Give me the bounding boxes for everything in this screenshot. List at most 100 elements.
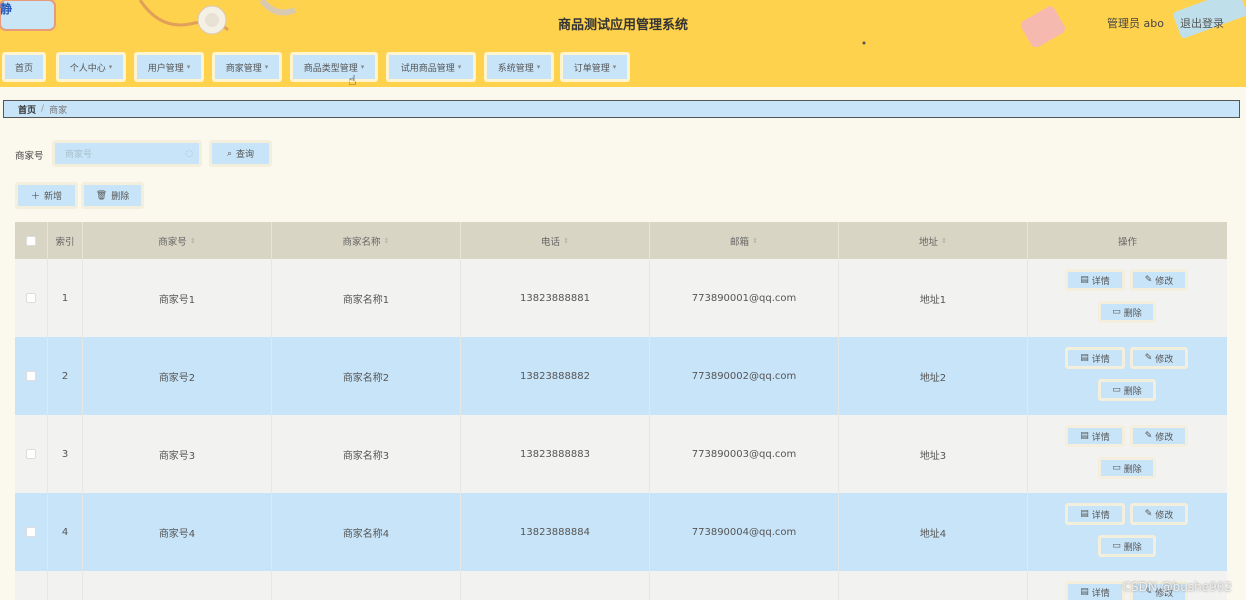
nav-label: 系统管理 (497, 63, 534, 74)
nav-bar: 首页 个人中心 ▾ 用户管理 ▾ 商家管理 ▾ 商品类型管理 ▾ 试用商品管理 ▾ 系统管… (0, 47, 1246, 87)
cell-merchant-name: 商家名称1 (272, 259, 461, 337)
cell-address: 地址1 (839, 259, 1028, 337)
search-button[interactable]: ⌕ 查询 (209, 140, 272, 167)
nav-label: 商品类型管理 (303, 63, 358, 74)
col-address[interactable]: 地址 ⇕ (839, 222, 1028, 259)
col-merchant-id[interactable]: 商家号 ⇕ (83, 222, 272, 259)
cell-address: 地址3 (839, 415, 1028, 493)
sort-icon: ⇕ (752, 236, 758, 245)
doc-icon: ▤ (1080, 587, 1089, 597)
delete-button[interactable]: ▭ 删除 (1098, 379, 1156, 401)
sort-icon: ⇕ (941, 236, 947, 245)
sort-icon: ⇕ (563, 236, 569, 245)
row-checkbox[interactable] (26, 371, 36, 381)
edit-button[interactable]: ✎ 修改 (1130, 347, 1188, 369)
col-email[interactable]: 邮箱 ⇕ (650, 222, 839, 259)
search-input[interactable] (55, 143, 199, 164)
logout-link[interactable]: 退出登录 (1180, 15, 1224, 31)
cell-index: 1 (48, 259, 83, 337)
chevron-down-icon: ▾ (264, 63, 269, 71)
col-merchant-name[interactable]: 商家名称 ⇕ (272, 222, 461, 259)
nav-home[interactable]: 首页 (2, 52, 46, 82)
table-row: 3 商家号3 商家名称3 13823888883 773890003@qq.co… (15, 415, 1227, 493)
row-checkbox[interactable] (26, 293, 36, 303)
nav-label: 首页 (14, 63, 33, 74)
breadcrumb-separator: / (41, 104, 45, 114)
row-checkbox[interactable] (26, 449, 36, 459)
trash-icon: ▭ (1112, 463, 1121, 473)
edit-icon: ✎ (1144, 431, 1153, 441)
cell-email: 773890003@qq.com (650, 415, 839, 493)
nav-trial-product-management[interactable]: 试用商品管理 ▾ (386, 52, 476, 82)
admin-user: 管理员 abo (1107, 17, 1164, 30)
row-checkbox[interactable] (26, 527, 36, 537)
table-row: 1 商家号1 商家名称1 13823888881 773890001@qq.co… (15, 259, 1227, 337)
trash-icon: ▭ (1112, 307, 1121, 317)
doc-icon: ▤ (1080, 509, 1089, 519)
doc-icon: ▤ (1080, 353, 1089, 363)
nav-label: 商家管理 (225, 63, 262, 74)
sort-icon: ⇕ (189, 236, 196, 245)
header: 静 商品测试应用管理系统 管理员 abo 退出登录 (0, 0, 1246, 47)
breadcrumb-home[interactable]: 首页 (18, 103, 36, 116)
cell-address: 地址4 (839, 493, 1028, 571)
detail-button[interactable]: ▤ 详情 (1065, 347, 1125, 369)
nav-label: 个人中心 (69, 63, 106, 74)
chevron-down-icon: ▾ (360, 63, 365, 71)
nav-label: 订单管理 (573, 63, 610, 74)
nav-system-management[interactable]: 系统管理 ▾ (484, 52, 554, 82)
search-label: 商家号 (15, 151, 44, 162)
sort-icon: ⇕ (383, 236, 390, 245)
cell-merchant-id: 商家号1 (83, 259, 272, 337)
select-all-cell (15, 222, 48, 259)
detail-button[interactable]: ▤ 详情 (1065, 503, 1125, 525)
trash-icon: ▭ (1112, 385, 1121, 395)
cell-email: 773890002@qq.com (650, 337, 839, 415)
bulk-delete-button[interactable]: 🗑 删除 (81, 182, 144, 209)
cell-phone: 13823888884 (461, 493, 650, 571)
nav-product-type-management[interactable]: 商品类型管理 ▾ (290, 52, 378, 82)
add-button-label: 新增 (44, 192, 63, 202)
nav-user-management[interactable]: 用户管理 ▾ (134, 52, 204, 82)
cell-index: 3 (48, 415, 83, 493)
detail-button[interactable]: ▤ 详情 (1065, 269, 1125, 291)
cell-address: 地址2 (839, 337, 1028, 415)
cell-merchant-name: 商家名称4 (272, 493, 461, 571)
table-row: 2 商家号2 商家名称2 13823888882 773890002@qq.co… (15, 337, 1227, 415)
cell-merchant-id: 商家号2 (83, 337, 272, 415)
add-button[interactable]: ＋ 新增 (15, 182, 78, 209)
nav-personal-center[interactable]: 个人中心 ▾ (56, 52, 126, 82)
breadcrumb: 首页 / 商家 (3, 100, 1240, 118)
search-button-label: 查询 (236, 150, 255, 160)
edit-button[interactable]: ✎ 修改 (1130, 425, 1188, 447)
edit-icon: ✎ (1144, 275, 1153, 285)
col-phone[interactable]: 电话 ⇕ (461, 222, 650, 259)
doc-icon: ▤ (1080, 275, 1089, 285)
cell-index: 4 (48, 493, 83, 571)
nav-merchant-management[interactable]: 商家管理 ▾ (212, 52, 282, 82)
chevron-down-icon: ▾ (186, 63, 191, 71)
cell-merchant-name: 商家名称2 (272, 337, 461, 415)
search-icon: ⌕ (226, 148, 233, 159)
edit-button[interactable]: ✎ 修改 (1130, 503, 1188, 525)
nav-order-management[interactable]: 订单管理 ▾ (560, 52, 630, 82)
cell-merchant-id: 商家号3 (83, 415, 272, 493)
detail-button[interactable]: ▤ 详情 (1065, 425, 1125, 447)
cell-email: 773890001@qq.com (650, 259, 839, 337)
edit-button[interactable]: ✎ 修改 (1130, 269, 1188, 291)
delete-button[interactable]: ▭ 删除 (1098, 457, 1156, 479)
select-all-checkbox[interactable] (26, 235, 36, 246)
cell-index: 2 (48, 337, 83, 415)
table-row: ▤ 详情 ✎ 修改 (15, 571, 1227, 600)
edit-icon: ✎ (1144, 509, 1153, 519)
trash-icon: ▭ (1112, 541, 1121, 551)
search-field: ◌ (52, 140, 202, 167)
detail-button[interactable]: ▤ 详情 (1065, 581, 1125, 600)
chevron-down-icon: ▾ (612, 63, 617, 71)
col-index: 索引 (48, 222, 83, 259)
table-row: 4 商家号4 商家名称4 13823888884 773890004@qq.co… (15, 493, 1227, 571)
delete-button[interactable]: ▭ 删除 (1098, 535, 1156, 557)
delete-button[interactable]: ▭ 删除 (1098, 301, 1156, 323)
hand-cursor-icon: ☝ (348, 73, 357, 89)
edit-icon: ✎ (1144, 353, 1153, 363)
